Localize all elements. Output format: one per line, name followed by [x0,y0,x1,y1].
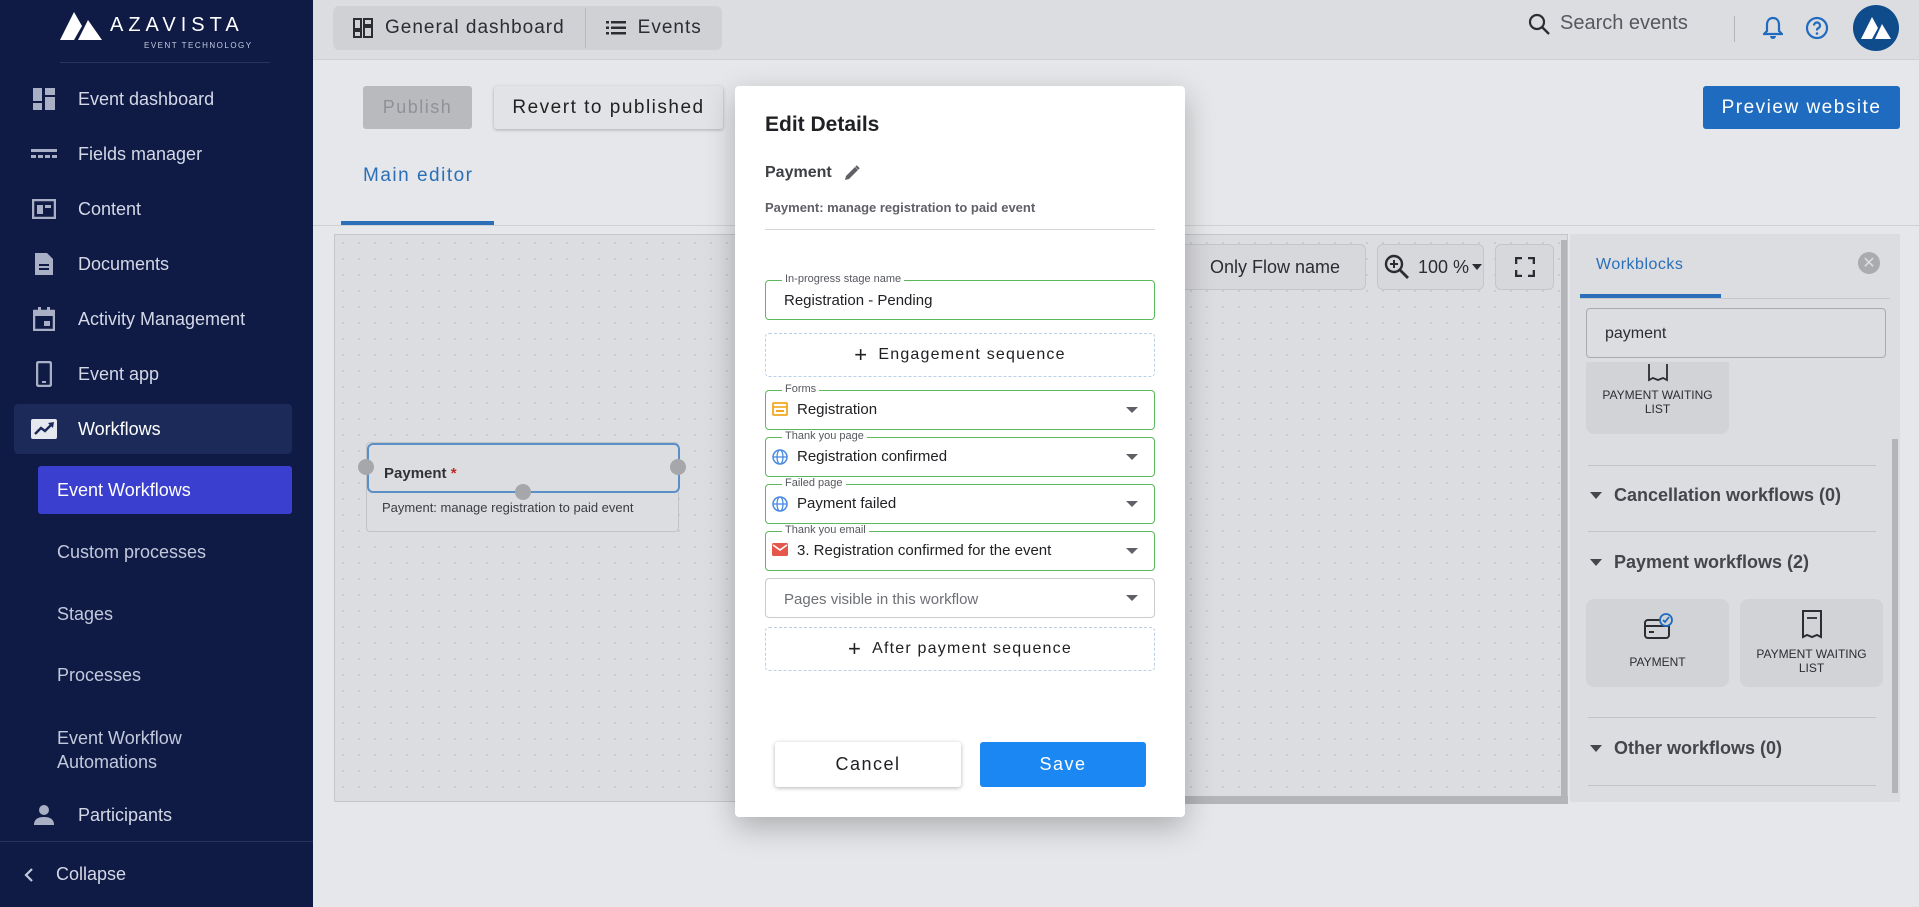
in-progress-stage-name-field[interactable]: In-progress stage name Registration - Pe… [765,273,1155,320]
field-value: Payment failed [797,495,897,512]
cancel-button[interactable]: Cancel [775,742,961,787]
add-engagement-sequence-button[interactable]: + Engagement sequence [765,333,1155,377]
form-icon [772,402,788,421]
thank-you-page-select[interactable]: Thank you page Registration confirmed [765,430,1155,477]
add-after-payment-sequence-button[interactable]: + After payment sequence [765,627,1155,671]
chevron-down-icon [1126,454,1138,460]
divider [765,229,1155,230]
subtitle-text: Payment [765,164,832,181]
field-label: Thank you email [782,524,869,537]
pages-visible-select[interactable]: Pages visible in this workflow [765,578,1155,618]
forms-select[interactable]: Forms Registration [765,383,1155,430]
plus-icon: + [848,636,863,661]
edit-pencil-icon[interactable] [844,165,860,181]
field-placeholder: Pages visible in this workflow [784,591,979,608]
chevron-down-icon [1126,548,1138,554]
field-value: 3. Registration confirmed for the event [797,542,1052,559]
field-value: Registration [797,401,878,418]
field-label: Forms [782,383,820,396]
dialog-subtitle: Payment [765,164,860,182]
globe-icon [772,496,788,517]
field-label: In-progress stage name [782,273,905,286]
field-label: Failed page [782,477,846,490]
chevron-down-icon [1126,501,1138,507]
thank-you-email-select[interactable]: Thank you email 3. Registration confirme… [765,524,1155,571]
field-value: Registration - Pending [784,292,933,309]
chevron-down-icon [1126,595,1138,601]
email-icon [772,543,788,561]
button-label: After payment sequence [872,640,1072,657]
save-button[interactable]: Save [980,742,1146,787]
field-value: Registration confirmed [797,448,948,465]
failed-page-select[interactable]: Failed page Payment failed [765,477,1155,524]
plus-icon: + [854,342,869,367]
button-label: Engagement sequence [878,346,1066,363]
globe-icon [772,449,788,470]
chevron-down-icon [1126,407,1138,413]
field-label: Thank you page [782,430,867,443]
dialog-description: Payment: manage registration to paid eve… [765,200,1036,215]
dialog-title: Edit Details [765,113,880,136]
edit-details-dialog: Edit Details Payment Payment: manage reg… [735,86,1185,817]
